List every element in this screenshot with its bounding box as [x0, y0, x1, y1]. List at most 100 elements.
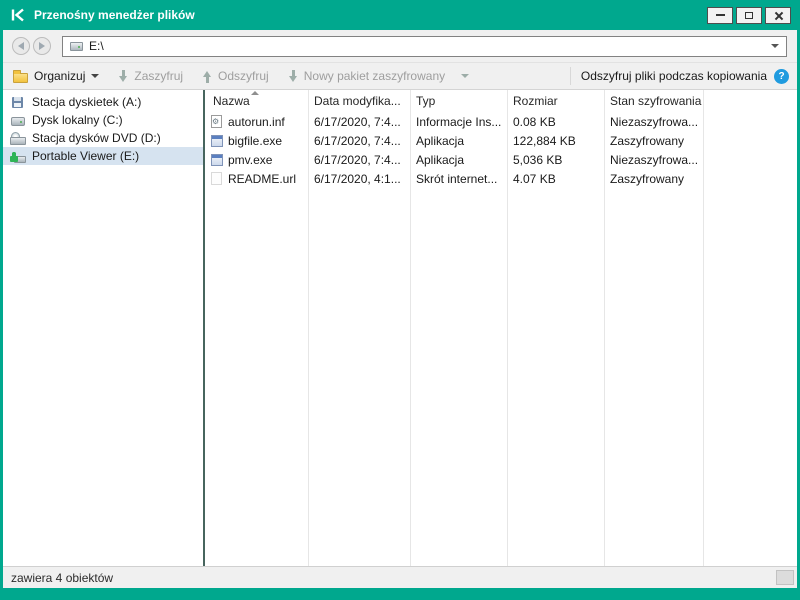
portable-file-manager-window: Przenośny menedżer plików E:\ Organizuj … [0, 0, 800, 600]
encrypt-button[interactable]: Zaszyfruj [119, 69, 183, 83]
application-file-icon [210, 154, 223, 166]
local-disk-icon [11, 117, 25, 126]
sidebar-item-local-disk-c[interactable]: Dysk lokalny (C:) [3, 111, 203, 129]
column-label: Rozmiar [513, 94, 558, 108]
drive-label: Stacja dyskietek (A:) [32, 95, 141, 109]
file-cell-size: 122,884 KB [507, 131, 604, 150]
minimize-icon [716, 14, 725, 16]
close-icon [774, 11, 783, 20]
file-cell-size: 0.08 KB [507, 112, 604, 131]
status-text: zawiera 4 obiektów [11, 571, 113, 585]
file-name: autorun.inf [228, 115, 285, 129]
column-header-type[interactable]: Typ [410, 90, 507, 112]
chevron-down-icon [91, 74, 99, 78]
organize-label: Organizuj [34, 69, 85, 83]
drive-label: Dysk lokalny (C:) [32, 113, 123, 127]
address-bar[interactable]: E:\ [62, 36, 787, 57]
decrypt-on-copy-button[interactable]: Odszyfruj pliki podczas kopiowania [581, 69, 789, 84]
file-row-bigfile-exe[interactable]: bigfile.exe 6/17/2020, 7:4... Aplikacja … [205, 131, 797, 150]
drive-label: Stacja dysków DVD (D:) [32, 131, 161, 145]
arrow-up-icon [203, 70, 212, 83]
back-arrow-icon [18, 42, 24, 50]
file-encryption-status: Niezaszyfrowa... [610, 153, 698, 167]
forward-arrow-icon [39, 42, 45, 50]
file-size: 0.08 KB [513, 115, 556, 129]
column-header-name[interactable]: Nazwa [205, 90, 308, 112]
column-header-modified[interactable]: Data modyfika... [308, 90, 410, 112]
column-label: Data modyfika... [314, 94, 401, 108]
file-name: pmv.exe [228, 153, 272, 167]
file-type: Aplikacja [416, 134, 464, 148]
back-button[interactable] [12, 37, 30, 55]
maximize-button[interactable] [736, 7, 762, 24]
file-cell-name: autorun.inf [205, 112, 308, 131]
forward-button[interactable] [33, 37, 51, 55]
file-size: 4.07 KB [513, 172, 556, 186]
file-modified: 6/17/2020, 7:4... [314, 115, 401, 129]
file-encryption-status: Zaszyfrowany [610, 134, 684, 148]
minimize-button[interactable] [707, 7, 733, 24]
help-icon[interactable] [774, 69, 789, 84]
column-header-row: Nazwa Data modyfika... Typ Rozmiar Stan … [205, 90, 797, 112]
file-cell-modified: 6/17/2020, 7:4... [308, 112, 410, 131]
column-label: Nazwa [213, 94, 250, 108]
file-cell-type: Aplikacja [410, 150, 507, 169]
file-name: README.url [228, 172, 296, 186]
resize-grip[interactable] [776, 570, 794, 585]
status-bar: zawiera 4 obiektów [3, 566, 797, 588]
file-cell-size: 4.07 KB [507, 169, 604, 188]
floppy-drive-icon [12, 97, 23, 108]
sort-ascending-icon [251, 91, 259, 95]
column-header-size[interactable]: Rozmiar [507, 90, 604, 112]
file-cell-status: Niezaszyfrowa... [604, 150, 703, 169]
file-type: Skrót internet... [416, 172, 497, 186]
encrypted-drive-icon [10, 150, 26, 163]
arrow-down-icon [119, 70, 128, 83]
file-cell-name: pmv.exe [205, 150, 308, 169]
drive-icon [70, 42, 83, 51]
address-text: E:\ [89, 39, 104, 53]
sidebar-item-portable-viewer-e[interactable]: Portable Viewer (E:) [3, 147, 203, 165]
column-header-status[interactable]: Stan szyfrowania [604, 90, 703, 112]
window-title: Przenośny menedżer plików [34, 8, 195, 22]
file-cell-name: README.url [205, 169, 308, 188]
drive-tree: Stacja dyskietek (A:) Dysk lokalny (C:) … [3, 90, 203, 566]
file-encryption-status: Zaszyfrowany [610, 172, 684, 186]
close-button[interactable] [765, 7, 791, 24]
navigation-bar: E:\ [3, 30, 797, 62]
file-cell-modified: 6/17/2020, 4:1... [308, 169, 410, 188]
decrypt-on-copy-label: Odszyfruj pliki podczas kopiowania [581, 69, 767, 83]
folder-icon [13, 73, 28, 83]
toolbar-divider [570, 67, 571, 85]
dvd-drive-icon [10, 132, 25, 145]
chevron-down-icon[interactable] [771, 44, 779, 48]
sidebar-item-dvd-d[interactable]: Stacja dysków DVD (D:) [3, 129, 203, 147]
file-cell-status: Niezaszyfrowa... [604, 112, 703, 131]
file-name: bigfile.exe [228, 134, 282, 148]
file-row-autorun-inf[interactable]: autorun.inf 6/17/2020, 7:4... Informacje… [205, 112, 797, 131]
application-file-icon [210, 135, 223, 147]
file-row-readme-url[interactable]: README.url 6/17/2020, 4:1... Skrót inter… [205, 169, 797, 188]
file-cell-type: Informacje Ins... [410, 112, 507, 131]
maximize-icon [745, 12, 753, 19]
window-controls [707, 7, 791, 24]
decrypt-button[interactable]: Odszyfruj [203, 69, 269, 83]
main-area: Stacja dyskietek (A:) Dysk lokalny (C:) … [3, 90, 797, 566]
sidebar-item-floppy-a[interactable]: Stacja dyskietek (A:) [3, 93, 203, 111]
inf-file-icon [210, 115, 223, 128]
url-file-icon [210, 172, 223, 185]
file-modified: 6/17/2020, 7:4... [314, 153, 401, 167]
file-encryption-status: Niezaszyfrowa... [610, 115, 698, 129]
organize-button[interactable]: Organizuj [13, 69, 99, 83]
file-cell-modified: 6/17/2020, 7:4... [308, 150, 410, 169]
file-row-pmv-exe[interactable]: pmv.exe 6/17/2020, 7:4... Aplikacja 5,03… [205, 150, 797, 169]
column-label: Stan szyfrowania [610, 94, 701, 108]
file-cell-status: Zaszyfrowany [604, 169, 703, 188]
titlebar: Przenośny menedżer plików [3, 0, 797, 30]
file-size: 5,036 KB [513, 153, 562, 167]
encrypt-label: Zaszyfruj [134, 69, 183, 83]
file-modified: 6/17/2020, 4:1... [314, 172, 401, 186]
chevron-down-icon [461, 74, 469, 78]
toolbar: Organizuj Zaszyfruj Odszyfruj Nowy pakie… [3, 62, 797, 90]
new-encrypted-package-button[interactable]: Nowy pakiet zaszyfrowany [289, 69, 469, 83]
